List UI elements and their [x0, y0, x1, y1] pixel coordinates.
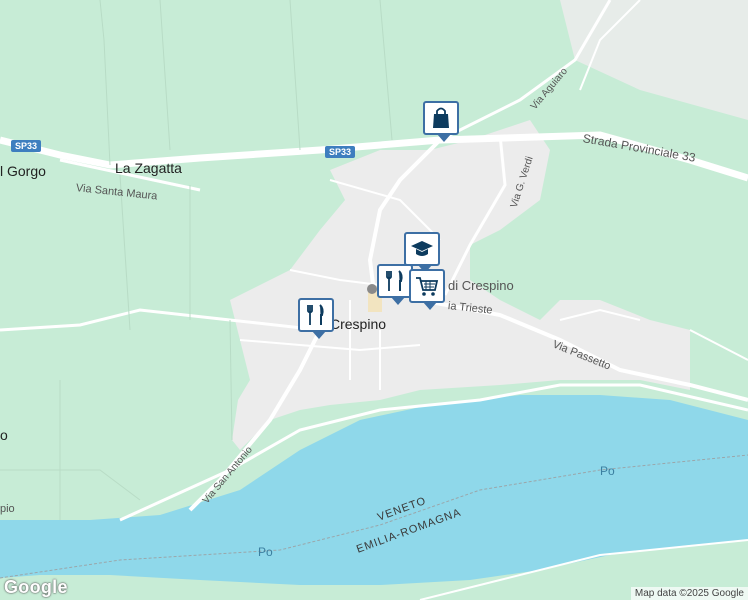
road-label-left-fragment: pio — [0, 503, 15, 515]
restaurant-icon — [386, 270, 403, 291]
river-label-po: Po — [258, 545, 273, 559]
shopping-cart-icon — [416, 277, 439, 296]
school-icon — [411, 241, 433, 256]
place-label-la-zagatta: La Zagatta — [115, 160, 182, 176]
google-logo[interactable]: Google — [4, 577, 68, 598]
shopping-bag-icon — [433, 107, 449, 128]
place-label-left-fragment: o — [0, 427, 8, 443]
place-label-crespino: Crespino — [330, 316, 387, 332]
map-canvas[interactable] — [0, 0, 748, 600]
route-shield-sp33: SP33 — [11, 140, 42, 152]
poi-marker-supermarket[interactable] — [409, 269, 445, 310]
restaurant-icon — [307, 304, 324, 325]
route-shield-sp33: SP33 — [325, 146, 356, 158]
place-label-gorgo: l Gorgo — [0, 163, 46, 179]
river-label-po: Po — [600, 464, 615, 478]
map-attribution[interactable]: Map data ©2025 Google — [630, 587, 748, 600]
poi-marker-restaurant[interactable] — [298, 298, 334, 339]
museum-icon — [367, 284, 377, 294]
poi-marker-shopping[interactable] — [423, 101, 459, 142]
place-label-crespino-poi: di Crespino — [448, 278, 514, 293]
poi-marker-school[interactable] — [404, 232, 440, 273]
poi-marker-restaurant[interactable] — [377, 264, 413, 305]
